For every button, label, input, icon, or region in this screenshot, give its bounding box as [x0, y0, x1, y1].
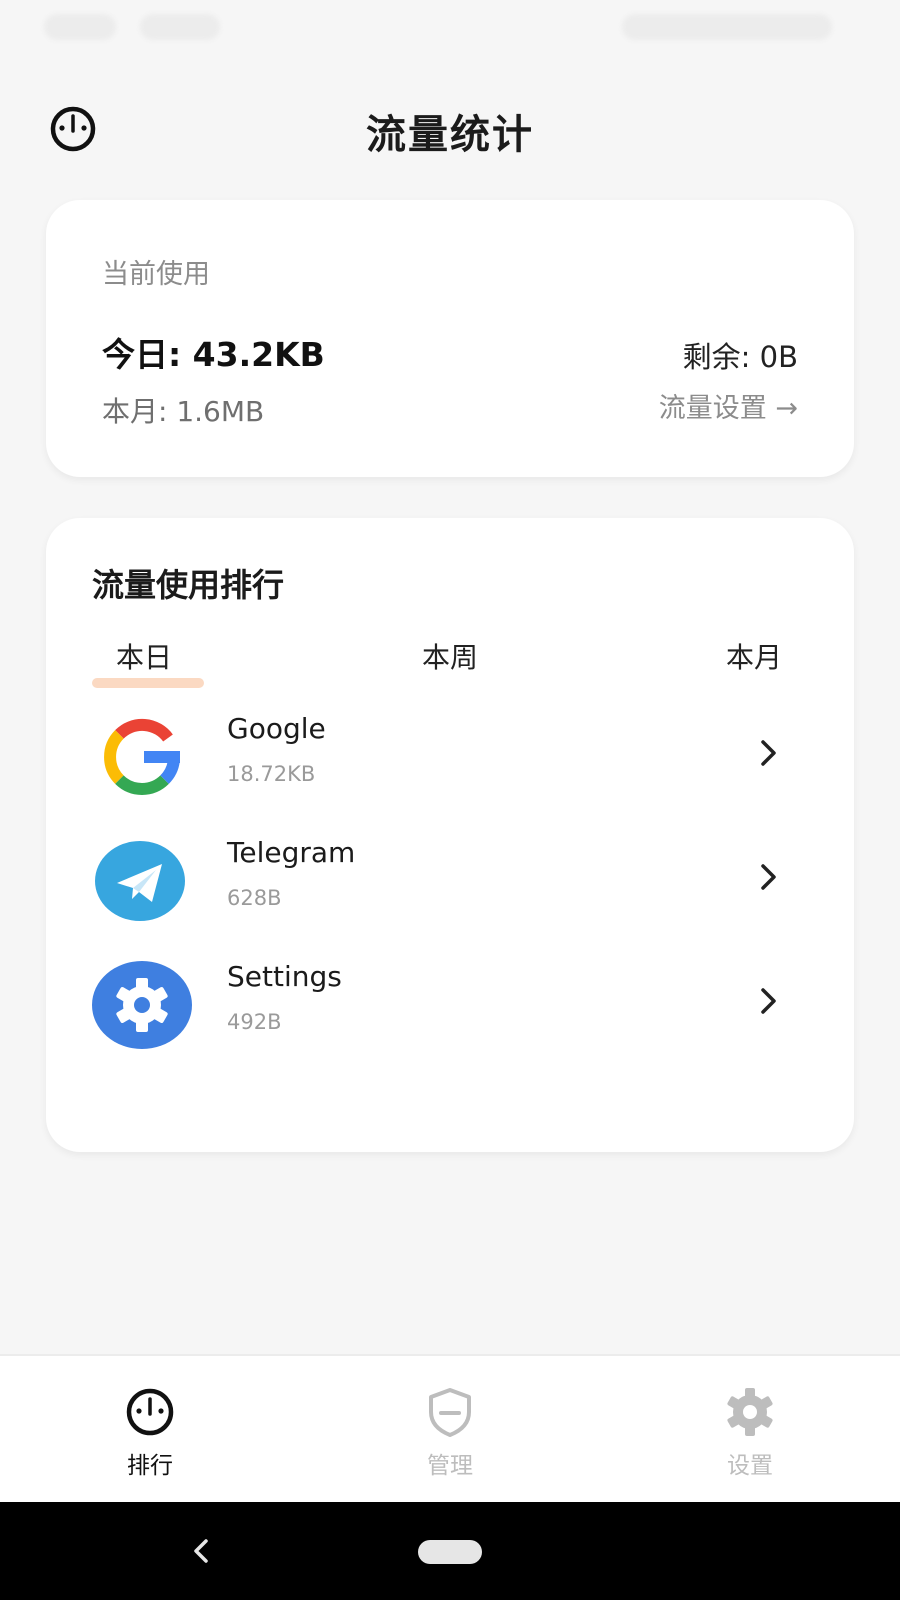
usage-ranking-card: 流量使用排行 本日 本周 本月 Google 18.72KB Telegram …: [46, 518, 854, 1152]
nav-item-manage[interactable]: 管理: [300, 1356, 600, 1504]
google-icon: [92, 712, 192, 802]
back-icon[interactable]: [186, 1532, 216, 1570]
ranking-heading: 流量使用排行: [92, 566, 285, 604]
chevron-right-icon: [756, 860, 782, 894]
chevron-right-icon: [756, 736, 782, 770]
telegram-icon: [92, 836, 192, 926]
app-usage-size: 628B: [227, 886, 282, 910]
today-usage: 今日: 43.2KB: [102, 335, 325, 374]
app-name: Settings: [227, 960, 342, 993]
top-bar: 流量统计: [0, 90, 900, 170]
status-bar: [0, 0, 900, 56]
app-name: Google: [227, 712, 326, 745]
chevron-right-icon: [756, 984, 782, 1018]
gauge-icon: [124, 1386, 176, 1438]
current-usage-label: 当前使用: [102, 259, 210, 290]
nav-label-settings: 设置: [727, 1453, 773, 1479]
app-name: Telegram: [227, 836, 356, 869]
shield-icon: [424, 1386, 476, 1438]
settings-gear-icon: [92, 960, 192, 1050]
selected-tab-indicator: [92, 678, 204, 688]
home-pill-button[interactable]: [418, 1540, 482, 1564]
system-navigation-bar: [0, 1502, 900, 1600]
nav-label-ranking: 排行: [127, 1453, 173, 1479]
page-title: 流量统计: [366, 112, 534, 158]
app-row-telegram[interactable]: Telegram 628B: [46, 826, 854, 936]
app-usage-size: 18.72KB: [227, 762, 316, 786]
bottom-navigation: 排行 管理 设置: [0, 1354, 900, 1504]
nav-label-manage: 管理: [427, 1453, 473, 1479]
app-row-settings[interactable]: Settings 492B: [46, 950, 854, 1060]
tab-this-week[interactable]: 本周: [422, 641, 478, 674]
nav-item-ranking[interactable]: 排行: [0, 1356, 300, 1504]
gear-icon: [724, 1386, 776, 1438]
remaining-data: 剩余: 0B: [682, 340, 798, 374]
tab-this-month[interactable]: 本月: [726, 636, 782, 676]
app-usage-size: 492B: [227, 1010, 282, 1034]
nav-item-settings[interactable]: 设置: [600, 1356, 900, 1504]
data-settings-link[interactable]: 流量设置 →: [659, 386, 798, 425]
current-usage-card: 当前使用 今日: 43.2KB 剩余: 0B 本月: 1.6MB 流量设置 →: [46, 200, 854, 477]
app-row-google[interactable]: Google 18.72KB: [46, 702, 854, 812]
month-usage: 本月: 1.6MB: [102, 395, 265, 428]
tab-today[interactable]: 本日: [116, 636, 172, 676]
